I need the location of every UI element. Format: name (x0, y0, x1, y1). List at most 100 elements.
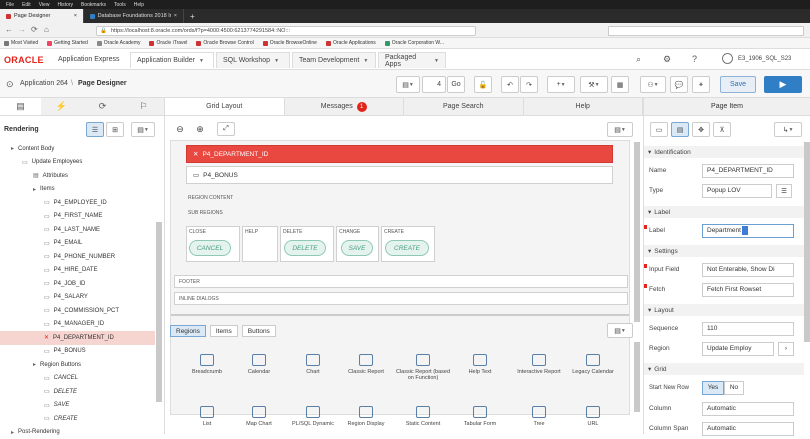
menu-help[interactable]: Help (134, 2, 144, 8)
tree-node[interactable]: ▭Update Employees (0, 156, 155, 170)
avatar[interactable] (722, 53, 733, 64)
type-select[interactable]: Popup LOV (702, 184, 772, 198)
zoom-out-icon[interactable]: ⊖ (173, 122, 187, 136)
column-span-select[interactable]: Automatic (702, 422, 794, 436)
browser-search-input[interactable] (608, 26, 804, 36)
cancel-button[interactable]: CANCEL (189, 240, 231, 256)
tab-packaged-apps[interactable]: Packaged Apps▼ (378, 52, 446, 68)
go-button[interactable]: Go (447, 76, 465, 93)
tree-node[interactable]: ▭P4_FIRST_NAME (0, 210, 155, 224)
palette-item[interactable]: Tree (509, 406, 569, 427)
menu-history[interactable]: History (57, 2, 73, 8)
column-select[interactable]: Automatic (702, 402, 794, 416)
tree-node[interactable]: ✕P4_DEPARTMENT_ID (0, 331, 155, 345)
panel-menu-button[interactable]: ▤▼ (131, 122, 155, 137)
palette-item[interactable]: PL/SQL Dynamic (283, 406, 343, 427)
chevron-right-icon[interactable]: › (778, 342, 794, 356)
search-icon[interactable]: ⌕ (636, 54, 641, 65)
menu-view[interactable]: View (39, 2, 50, 8)
tree-node[interactable]: ▭P4_PHONE_NUMBER (0, 250, 155, 264)
address-input[interactable]: 🔒 https://localhost:8.oracle.com/ords/f?… (96, 26, 476, 36)
bookmark-item[interactable]: Getting Started (47, 40, 88, 46)
tree-node[interactable]: ▭P4_MANAGER_ID (0, 318, 155, 332)
comments-icon[interactable]: 💬 (670, 76, 688, 93)
list-icon[interactable]: ☰ (776, 184, 792, 198)
reload-icon[interactable]: ⟳ (31, 25, 38, 34)
tab-help[interactable]: Help (524, 98, 644, 115)
lock-icon[interactable]: 🔓 (474, 76, 492, 93)
bookmark-item[interactable]: Oracle iTravel (149, 40, 187, 46)
left-scrollbar[interactable] (156, 222, 162, 402)
palette-scrollbar[interactable] (634, 342, 640, 412)
new-tab-icon[interactable]: + (184, 9, 201, 23)
forward-icon[interactable]: → (18, 25, 26, 34)
bookmark-item[interactable]: Oracle Academy (97, 40, 141, 46)
tab-page-search[interactable]: Page Search (404, 98, 524, 115)
bookmark-item[interactable]: Oracle Corporation W... (385, 40, 444, 46)
menu-file[interactable]: File (6, 2, 14, 8)
bookmark-item[interactable]: Oracle BrowseOnline (263, 40, 317, 46)
name-input[interactable]: P4_DEPARTMENT_ID (702, 164, 794, 178)
selected-item-department[interactable]: ✕P4_DEPARTMENT_ID (186, 145, 613, 163)
tree-node[interactable]: ▭P4_LAST_NAME (0, 223, 155, 237)
section-layout[interactable]: ▾ Layout (644, 304, 804, 316)
slot-help[interactable]: HELP (242, 226, 278, 262)
tab-team-development[interactable]: Team Development▼ (292, 52, 376, 68)
utilities-menu-button[interactable]: ⚒▼ (580, 76, 608, 93)
palette-item[interactable]: Calendar (229, 354, 289, 375)
tree-node[interactable]: ▭P4_JOB_ID (0, 277, 155, 291)
section-label[interactable]: ▾ Label (644, 206, 804, 218)
layout-menu-button[interactable]: ▤▼ (607, 122, 633, 137)
palette-item[interactable]: Chart (283, 354, 343, 375)
tree-node[interactable]: ▸Post-Rendering (0, 426, 155, 439)
palette-item[interactable]: Help Text (450, 354, 510, 375)
redo-icon[interactable]: ↷ (520, 76, 538, 93)
quick-pick-icon[interactable]: ⊼ (713, 122, 731, 137)
palette-item[interactable]: Classic Report (336, 354, 396, 375)
show-all-icon[interactable]: ✥ (692, 122, 710, 137)
palette-menu-button[interactable]: ▤▼ (607, 323, 633, 338)
tab-application-builder[interactable]: Application Builder▼ (130, 52, 214, 68)
palette-item[interactable]: Region Display (336, 406, 396, 427)
close-tab-icon[interactable]: × (174, 13, 177, 19)
tree-node[interactable]: ▤Attributes (0, 169, 155, 183)
tree-node[interactable]: ▭CREATE (0, 412, 155, 426)
tree-node[interactable]: ▭CANCEL (0, 372, 155, 386)
palette-item[interactable]: Legacy Calendar (563, 354, 623, 375)
footer-region[interactable]: FOOTER (174, 275, 628, 288)
close-tab-icon[interactable]: × (74, 13, 77, 19)
palette-item[interactable]: List (177, 406, 237, 427)
tab-rendering-icon[interactable]: ▤ (0, 98, 41, 115)
tab-messages[interactable]: Messages1 (285, 98, 405, 115)
section-grid[interactable]: ▾ Grid (644, 363, 804, 375)
browser-tab-page-designer[interactable]: Page Designer × (0, 9, 84, 23)
tree-node[interactable]: ▭P4_SALARY (0, 291, 155, 305)
grid-scrollbar[interactable] (634, 142, 640, 322)
palette-tab-regions[interactable]: Regions (170, 325, 206, 337)
save-button[interactable]: Save (720, 76, 756, 93)
palette-item[interactable]: Static Content (393, 406, 453, 427)
palette-tab-items[interactable]: Items (210, 325, 238, 337)
bookmark-item[interactable]: Oracle Applications (326, 40, 376, 46)
palette-item[interactable]: URL (563, 406, 623, 427)
delete-button[interactable]: DELETE (284, 240, 326, 256)
shared-components-icon[interactable]: ▦ (611, 76, 629, 93)
menu-tools[interactable]: Tools (114, 2, 126, 8)
tree-node[interactable]: ▸Region Buttons (0, 358, 155, 372)
tab-processing-icon[interactable]: ⟳ (82, 98, 123, 115)
palette-item[interactable]: Breadcrumb (177, 354, 237, 375)
property-scrollbar[interactable] (804, 142, 810, 342)
inline-dialogs-region[interactable]: INLINE DIALOGS (174, 292, 628, 305)
tree-node[interactable]: ▭P4_EMAIL (0, 237, 155, 251)
tab-dynamic-actions-icon[interactable]: ⚡ (41, 98, 82, 115)
label-input[interactable]: Department (702, 224, 794, 238)
go-to-group-button[interactable]: ↳▼ (774, 122, 802, 137)
tree-node[interactable]: ▭DELETE (0, 385, 155, 399)
tree-node[interactable]: ▭P4_BONUS (0, 345, 155, 359)
admin-icon[interactable]: ⚙ (663, 54, 671, 65)
view-grouped-icon[interactable]: ⊞ (106, 122, 124, 137)
tab-grid-layout[interactable]: Grid Layout (165, 98, 285, 115)
palette-item[interactable]: Map Chart (229, 406, 289, 427)
input-field-select[interactable]: Not Enterable, Show Di (702, 263, 794, 277)
view-tree-icon[interactable]: ☰ (86, 122, 104, 137)
